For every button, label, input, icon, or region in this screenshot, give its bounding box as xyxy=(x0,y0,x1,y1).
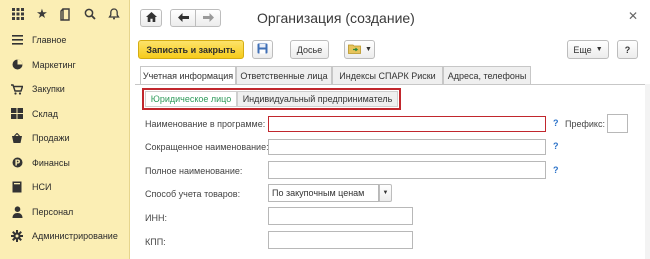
save-and-close-button[interactable]: Записать и закрыть xyxy=(138,40,244,59)
sidebar-item-main[interactable]: Главное xyxy=(0,28,130,53)
pie-icon xyxy=(10,58,24,72)
more-label: Еще xyxy=(573,44,592,55)
floppy-icon xyxy=(257,43,268,56)
bell-icon[interactable] xyxy=(102,3,126,25)
inn-input[interactable] xyxy=(268,207,413,225)
sidebar-item-label: Финансы xyxy=(32,157,70,168)
home-button[interactable] xyxy=(140,9,162,27)
accounting-method-value: По закупочным ценам xyxy=(272,188,365,198)
help-button[interactable]: ? xyxy=(617,40,638,59)
coin-icon: P xyxy=(10,156,24,170)
chevron-down-icon: ▼ xyxy=(382,190,389,196)
name-program-hint[interactable]: ? xyxy=(553,118,559,128)
dossier-button[interactable]: Досье xyxy=(290,40,329,59)
home-icon xyxy=(145,12,157,24)
sidebar-item-marketing[interactable]: Маркетинг xyxy=(0,53,130,78)
window-titlebar: Организация (создание) ✕ xyxy=(131,0,650,36)
menu-icon xyxy=(10,33,24,47)
full-name-input[interactable] xyxy=(268,161,546,179)
accounting-method-select[interactable]: По закупочным ценам xyxy=(268,184,379,202)
sidebar-nav: Главное Маркетинг Закупки Склад Продажи … xyxy=(0,28,130,249)
sidebar-item-warehouse[interactable]: Склад xyxy=(0,102,130,127)
subtab-individual-entrepreneur[interactable]: Индивидуальный предприниматель xyxy=(237,91,398,107)
star-icon[interactable]: ★ xyxy=(30,3,54,25)
full-name-hint[interactable]: ? xyxy=(553,165,559,175)
kpp-label: КПП: xyxy=(145,237,166,247)
gear-icon xyxy=(10,229,24,243)
sidebar-item-label: НСИ xyxy=(32,182,52,193)
save-button[interactable] xyxy=(252,40,273,59)
sidebar-item-label: Закупки xyxy=(32,84,65,95)
sidebar-item-personnel[interactable]: Персонал xyxy=(0,200,130,225)
tab-accounting-info[interactable]: Учетная информация xyxy=(140,66,236,85)
svg-text:P: P xyxy=(14,159,20,168)
close-icon[interactable]: ✕ xyxy=(628,9,638,23)
kpp-input[interactable] xyxy=(268,231,413,249)
grid-icon[interactable] xyxy=(6,3,30,25)
tab-responsible-persons[interactable]: Ответственные лица xyxy=(236,66,332,84)
sidebar-item-purchases[interactable]: Закупки xyxy=(0,77,130,102)
main-panel: Организация (создание) ✕ Записать и закр… xyxy=(131,0,650,259)
sidebar-item-admin[interactable]: Администрирование xyxy=(0,224,130,249)
sidebar-item-label: Персонал xyxy=(32,206,74,217)
sidebar-item-label: Главное xyxy=(32,35,67,46)
history-icon[interactable] xyxy=(54,3,78,25)
name-program-label: Наименование в программе: xyxy=(145,119,266,129)
back-button[interactable] xyxy=(170,9,196,27)
cart-icon xyxy=(10,82,24,96)
arrow-left-icon xyxy=(177,12,189,24)
prefix-label: Префикс: xyxy=(565,119,605,129)
short-name-hint[interactable]: ? xyxy=(553,141,559,151)
folder-arrow-icon xyxy=(348,43,361,56)
sidebar-item-label: Маркетинг xyxy=(32,59,76,70)
more-button[interactable]: Еще ▼ xyxy=(567,40,609,59)
arrow-right-icon xyxy=(202,12,214,24)
page-title: Организация (создание) xyxy=(257,10,415,26)
subtab-legal-entity[interactable]: Юридическое лицо xyxy=(145,91,237,107)
sidebar-item-label: Склад xyxy=(32,108,59,119)
prefix-input[interactable] xyxy=(607,114,628,133)
forward-button[interactable] xyxy=(195,9,221,27)
chevron-down-icon: ▼ xyxy=(365,46,372,53)
sidebar-item-nsi[interactable]: НСИ xyxy=(0,175,130,200)
sidebar-top-icons: ★ xyxy=(0,0,129,28)
full-name-label: Полное наименование: xyxy=(145,166,243,176)
sidebar: ★ Главное Маркетинг Закупки Склад Продаж… xyxy=(0,0,130,259)
vertical-scrollbar[interactable] xyxy=(645,84,650,259)
accounting-method-dropdown-button[interactable]: ▼ xyxy=(379,184,392,202)
chevron-down-icon: ▼ xyxy=(595,46,603,53)
person-icon xyxy=(10,205,24,219)
search-icon[interactable] xyxy=(78,3,102,25)
tab-divider xyxy=(135,84,650,85)
sidebar-item-label: Администрирование xyxy=(32,231,118,242)
inn-label: ИНН: xyxy=(145,213,167,223)
sidebar-item-label: Продажи xyxy=(32,133,70,144)
name-program-input[interactable] xyxy=(268,116,546,132)
tab-spark-indices[interactable]: Индексы СПАРК Риски xyxy=(332,66,443,84)
tab-addresses-phones[interactable]: Адреса, телефоны xyxy=(443,66,531,84)
attachment-dropdown-button[interactable]: ▼ xyxy=(344,40,375,59)
book-icon xyxy=(10,180,24,194)
warehouse-icon xyxy=(10,107,24,121)
short-name-label: Сокращенное наименование: xyxy=(145,142,269,152)
sidebar-item-sales[interactable]: Продажи xyxy=(0,126,130,151)
short-name-input[interactable] xyxy=(268,139,546,155)
accounting-method-label: Способ учета товаров: xyxy=(145,189,241,199)
basket-icon xyxy=(10,131,24,145)
sidebar-item-finance[interactable]: P Финансы xyxy=(0,151,130,176)
